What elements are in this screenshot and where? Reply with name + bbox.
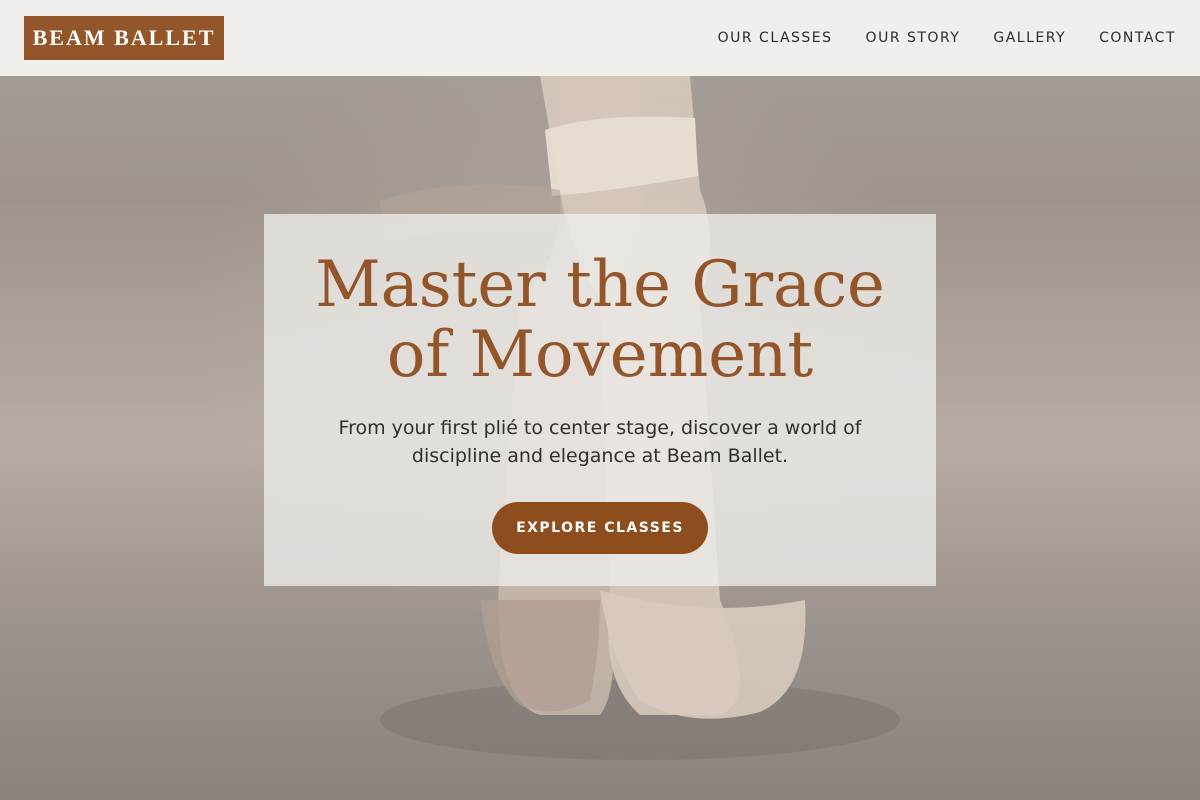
hero-subtext: From your first plié to center stage, di… <box>338 417 862 467</box>
hero-headline-line1: Master the Grace <box>315 248 885 322</box>
nav-item-our-classes[interactable]: OUR CLASSES <box>718 30 833 46</box>
nav-item-contact[interactable]: CONTACT <box>1099 30 1176 46</box>
explore-classes-button[interactable]: EXPLORE CLASSES <box>492 502 708 554</box>
hero-headline: Master the Grace of Movement <box>264 250 936 390</box>
site-header: BEAM BALLET OUR CLASSES OUR STORY GALLER… <box>0 0 1200 76</box>
brand-logo[interactable]: BEAM BALLET <box>24 16 224 60</box>
nav-item-our-story[interactable]: OUR STORY <box>866 30 961 46</box>
hero-headline-line2: of Movement <box>386 318 814 392</box>
nav-item-gallery[interactable]: GALLERY <box>993 30 1066 46</box>
hero-card: Master the Grace of Movement From your f… <box>264 214 936 586</box>
main-nav: OUR CLASSES OUR STORY GALLERY CONTACT <box>685 30 1176 46</box>
